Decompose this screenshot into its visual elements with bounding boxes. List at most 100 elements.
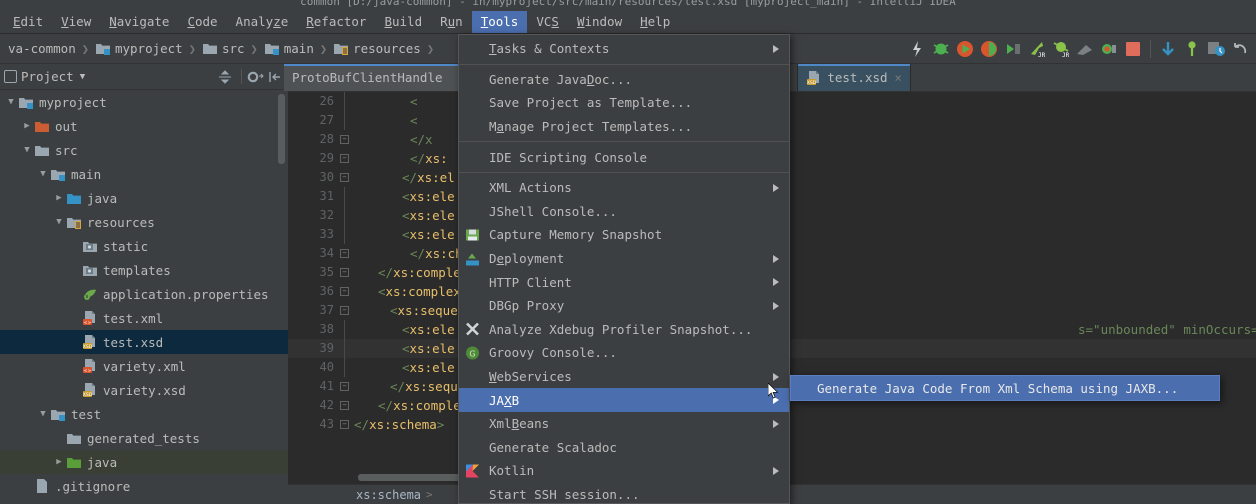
menubar-item-view[interactable]: View <box>52 11 100 33</box>
tools-menu-item-generate-javadoc[interactable]: Generate JavaDoc... <box>459 68 789 92</box>
breadcrumb-item-myproject[interactable]: myproject <box>93 41 185 56</box>
chevron-right-icon[interactable]: ▶ <box>52 193 66 203</box>
tree-node-main[interactable]: ▼ main <box>0 162 288 186</box>
lightning-icon[interactable] <box>906 38 928 60</box>
debug-ant-icon[interactable] <box>930 38 952 60</box>
tree-node-variety-xml[interactable]: <> variety.xml <box>0 354 288 378</box>
tools-menu-item-jshell-console[interactable]: JShell Console... <box>459 200 789 224</box>
tools-menu-popup[interactable]: Tasks & Contexts Generate JavaDoc... Save … <box>458 34 790 504</box>
tools-menu-item-webservices[interactable]: WebServices <box>459 365 789 389</box>
run-icon[interactable] <box>954 38 976 60</box>
menubar-item-run[interactable]: Run <box>431 11 472 33</box>
tree-node-test[interactable]: ▼ test <box>0 402 288 426</box>
tree-node-generated-tests[interactable]: generated_tests <box>0 426 288 450</box>
tree-node-test-xsd[interactable]: XSD test.xsd <box>0 330 288 354</box>
tools-menu-item-ide-scripting-console[interactable]: IDE Scripting Console <box>459 145 789 169</box>
chevron-down-icon[interactable]: ▼ <box>4 97 18 107</box>
breadcrumb-item-resources[interactable]: resources <box>331 41 423 56</box>
code-fold-toggle[interactable]: − <box>340 268 349 277</box>
chevron-down-icon[interactable]: ▼ <box>52 217 66 227</box>
menubar-item-edit[interactable]: Edit <box>4 11 52 33</box>
breadcrumb-item-main[interactable]: main <box>262 41 316 56</box>
stop-icon[interactable] <box>1122 38 1144 60</box>
vcs-update-icon[interactable] <box>1157 38 1179 60</box>
code-fold-toggle[interactable]: − <box>340 154 349 163</box>
breadcrumb-item-vacommon[interactable]: va-common <box>2 41 78 56</box>
attach-icon[interactable] <box>1074 38 1096 60</box>
tools-menu-item-manage-project-templates[interactable]: Manage Project Templates... <box>459 115 789 139</box>
hide-panel-icon[interactable] <box>267 69 283 85</box>
tree-node-application-properties[interactable]: application.properties <box>0 282 288 306</box>
undo-icon[interactable] <box>1229 38 1251 60</box>
tools-menu-item-dbgp-proxy[interactable]: DBGp Proxy <box>459 294 789 318</box>
tree-node-java[interactable]: ▶ java <box>0 186 288 210</box>
menubar-item-window[interactable]: Window <box>568 11 631 33</box>
tree-node-out[interactable]: ▶ out <box>0 114 288 138</box>
tree-node-myproject[interactable]: ▼ myproject <box>0 90 288 114</box>
tree-node-java[interactable]: ▶ java <box>0 450 288 474</box>
menubar-item-code[interactable]: Code <box>178 11 226 33</box>
menubar-item-tools[interactable]: Tools <box>471 10 528 33</box>
tools-menu-item-save-project-as-template[interactable]: Save Project as Template... <box>459 91 789 115</box>
tree-node-label: main <box>71 166 102 182</box>
tools-menu-item-xmlbeans[interactable]: XmlBeans <box>459 412 789 436</box>
breadcrumb-chevron-icon: ❯ <box>250 41 258 56</box>
code-fold-toggle[interactable]: − <box>340 287 349 296</box>
settings-gear-icon[interactable] <box>246 69 264 85</box>
menubar-item-refactor[interactable]: Refactor <box>297 11 375 33</box>
code-fold-toggle[interactable]: − <box>340 306 349 315</box>
tree-node-templates[interactable]: templates <box>0 258 288 282</box>
close-icon[interactable]: × <box>895 71 902 85</box>
tools-menu-item-http-client[interactable]: HTTP Client <box>459 270 789 294</box>
tools-menu-item-groovy-console[interactable]: G Groovy Console... <box>459 341 789 365</box>
run-coverage-icon[interactable] <box>1002 38 1024 60</box>
tools-menu-item-jaxb[interactable]: JAXB <box>459 388 789 412</box>
breadcrumb-item-src[interactable]: src <box>200 41 247 56</box>
project-scrollbar-thumb[interactable] <box>278 94 285 164</box>
code-fold-toggle[interactable]: − <box>340 420 349 429</box>
debug-icon[interactable] <box>978 38 1000 60</box>
tools-menu-item-kotlin[interactable]: Kotlin <box>459 459 789 483</box>
project-tree[interactable]: ▼ myproject ▶ out ▼ src ▼ main ▶ java ▼ resources st… <box>0 90 288 504</box>
jaxb-submenu-popup[interactable]: Generate Java Code From Xml Schema using… <box>790 375 1220 401</box>
tree-node-variety-xsd[interactable]: XSD variety.xsd <box>0 378 288 402</box>
code-fold-toggle[interactable]: − <box>340 249 349 258</box>
chevron-down-icon[interactable]: ▼ <box>36 169 50 179</box>
tools-menu-item-xml-actions[interactable]: XML Actions <box>459 176 789 200</box>
menubar-item-analyze[interactable]: Analyze <box>227 11 298 33</box>
tree-node-src[interactable]: ▼ src <box>0 138 288 162</box>
code-fold-toggle[interactable]: − <box>340 135 349 144</box>
tools-menu-item-start-ssh-session[interactable]: Start SSH session... <box>459 483 789 503</box>
rerun-jr-icon[interactable]: JR <box>1050 38 1072 60</box>
submenu-item-generate-java-code[interactable]: Generate Java Code From Xml Schema using… <box>817 381 1178 396</box>
tree-node-static[interactable]: static <box>0 234 288 258</box>
menubar-item-help[interactable]: Help <box>631 11 679 33</box>
tools-menu-item-analyze-xdebug-profiler-snapshot[interactable]: Analyze Xdebug Profiler Snapshot... <box>459 318 789 342</box>
chevron-down-icon[interactable]: ▼ <box>20 145 34 155</box>
code-fold-toggle[interactable]: − <box>340 382 349 391</box>
chevron-right-icon[interactable]: ▶ <box>20 121 34 131</box>
menubar-item-vcs[interactable]: VCS <box>527 11 568 33</box>
tools-menu-item-capture-memory-snapshot[interactable]: Capture Memory Snapshot <box>459 223 789 247</box>
tools-menu-item-deployment[interactable]: Deployment <box>459 247 789 271</box>
history-icon[interactable] <box>1205 38 1227 60</box>
chevron-right-icon[interactable]: ▶ <box>52 457 66 467</box>
menubar-item-build[interactable]: Build <box>375 11 431 33</box>
chevron-down-icon[interactable]: ▼ <box>80 72 85 82</box>
editor-breadcrumb-label[interactable]: xs:schema <box>356 488 421 502</box>
stop-process-icon[interactable] <box>1098 38 1120 60</box>
tree-node--gitignore[interactable]: .gitignore <box>0 474 288 498</box>
editor-tab-protobufclienthandle[interactable]: ProtoBufClientHandle <box>284 64 474 91</box>
tree-node-test-xml[interactable]: <> test.xml <box>0 306 288 330</box>
code-fold-toggle[interactable]: − <box>340 401 349 410</box>
editor-tab-test-xsd[interactable]: XSD test.xsd × <box>798 64 911 91</box>
chevron-down-icon[interactable]: ▼ <box>36 409 50 419</box>
vcs-commit-icon[interactable] <box>1181 38 1203 60</box>
code-fold-toggle[interactable]: − <box>340 173 349 182</box>
run-with-profiler-icon[interactable]: JR <box>1026 38 1048 60</box>
tools-menu-item-tasks---contexts[interactable]: Tasks & Contexts <box>459 37 789 61</box>
tools-menu-item-generate-scaladoc[interactable]: Generate Scaladoc <box>459 436 789 460</box>
collapse-all-icon[interactable] <box>217 69 233 85</box>
tree-node-resources[interactable]: ▼ resources <box>0 210 288 234</box>
menubar-item-navigate[interactable]: Navigate <box>100 11 178 33</box>
